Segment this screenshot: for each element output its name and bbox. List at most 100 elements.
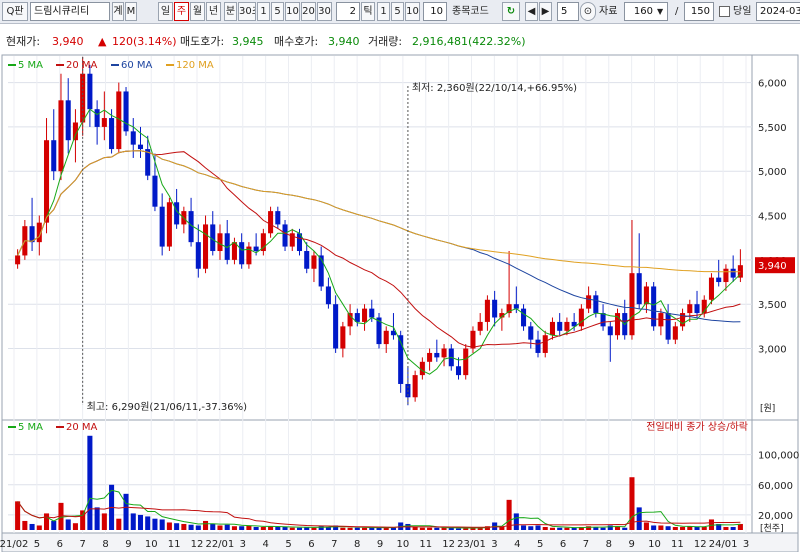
- candle-body[interactable]: [643, 286, 649, 305]
- volume-bar[interactable]: [412, 526, 418, 530]
- candle-body[interactable]: [43, 140, 50, 223]
- candle-body[interactable]: [101, 118, 107, 127]
- volume-bar[interactable]: [296, 527, 303, 530]
- candle-body[interactable]: [672, 326, 678, 340]
- candle-body[interactable]: [723, 268, 729, 283]
- volume-bar[interactable]: [152, 518, 158, 530]
- candle-body[interactable]: [477, 321, 483, 331]
- candle-body[interactable]: [58, 100, 64, 172]
- volume-bar[interactable]: [463, 528, 469, 530]
- candle-body[interactable]: [203, 224, 209, 269]
- candle-body[interactable]: [282, 224, 288, 247]
- volume-bar[interactable]: [181, 523, 187, 530]
- volume-bar[interactable]: [340, 527, 346, 530]
- candle-body[interactable]: [311, 255, 317, 269]
- candle-body[interactable]: [15, 255, 21, 265]
- volume-bar[interactable]: [427, 527, 433, 530]
- candle-body[interactable]: [694, 304, 700, 314]
- candle-body[interactable]: [593, 295, 599, 314]
- volume-bar[interactable]: [499, 526, 505, 530]
- volume-bar[interactable]: [22, 520, 28, 530]
- volume-bar[interactable]: [701, 526, 707, 530]
- volume-bar[interactable]: [275, 526, 281, 530]
- candle-body[interactable]: [557, 321, 563, 331]
- candle-body[interactable]: [412, 375, 418, 398]
- volume-bar[interactable]: [239, 526, 245, 530]
- candle-body[interactable]: [239, 242, 245, 265]
- candle-body[interactable]: [665, 313, 671, 340]
- candle-body[interactable]: [137, 144, 144, 150]
- volume-bar[interactable]: [260, 526, 266, 530]
- volume-bar[interactable]: [723, 526, 729, 530]
- volume-bar[interactable]: [36, 525, 42, 530]
- volume-bar[interactable]: [694, 526, 700, 530]
- volume-bar[interactable]: [289, 527, 295, 530]
- candle-body[interactable]: [586, 295, 592, 309]
- candle-body[interactable]: [51, 140, 57, 172]
- volume-bar[interactable]: [535, 525, 541, 530]
- candle-body[interactable]: [607, 326, 613, 336]
- candle-body[interactable]: [195, 242, 201, 269]
- volume-bar[interactable]: [282, 526, 288, 530]
- volume-bar[interactable]: [557, 527, 563, 530]
- candle-body[interactable]: [159, 206, 165, 247]
- volume-bar[interactable]: [231, 526, 237, 530]
- candle-body[interactable]: [383, 330, 389, 345]
- candle-body[interactable]: [600, 313, 606, 327]
- volume-bar[interactable]: [643, 522, 649, 530]
- volume-bar[interactable]: [137, 514, 144, 530]
- candle-body[interactable]: [109, 118, 115, 150]
- volume-bar[interactable]: [600, 527, 606, 530]
- candle-body[interactable]: [304, 251, 310, 269]
- candle-body[interactable]: [484, 299, 490, 322]
- candle-body[interactable]: [130, 131, 136, 145]
- volume-bar[interactable]: [15, 501, 21, 530]
- candle-body[interactable]: [636, 273, 642, 305]
- candle-body[interactable]: [419, 361, 425, 376]
- candle-body[interactable]: [362, 308, 368, 322]
- candle-body[interactable]: [340, 326, 346, 349]
- volume-bar[interactable]: [528, 526, 534, 530]
- volume-bar[interactable]: [174, 523, 180, 530]
- candle-body[interactable]: [470, 330, 476, 349]
- volume-bar[interactable]: [159, 519, 165, 530]
- candle-body[interactable]: [369, 308, 375, 318]
- candle-body[interactable]: [275, 211, 281, 225]
- volume-bar[interactable]: [542, 526, 548, 530]
- candle-body[interactable]: [513, 304, 519, 309]
- volume-bar[interactable]: [455, 528, 462, 530]
- volume-bar[interactable]: [311, 527, 317, 530]
- volume-bar[interactable]: [29, 523, 35, 530]
- candle-body[interactable]: [441, 348, 447, 358]
- volume-bar[interactable]: [513, 513, 519, 530]
- volume-bar[interactable]: [354, 527, 360, 530]
- volume-bar[interactable]: [195, 525, 201, 530]
- volume-bar[interactable]: [622, 527, 628, 530]
- candle-body[interactable]: [455, 366, 462, 376]
- candle-body[interactable]: [542, 335, 548, 353]
- candle-body[interactable]: [716, 277, 722, 283]
- candle-body[interactable]: [629, 273, 635, 336]
- volume-bar[interactable]: [123, 493, 129, 530]
- volume-bar[interactable]: [203, 520, 209, 530]
- volume-bar[interactable]: [564, 527, 570, 530]
- volume-bar[interactable]: [434, 527, 440, 530]
- candle-body[interactable]: [434, 352, 440, 358]
- volume-bar[interactable]: [665, 526, 671, 530]
- volume-bar[interactable]: [43, 513, 50, 530]
- candle-body[interactable]: [535, 339, 541, 353]
- candle-body[interactable]: [492, 299, 498, 318]
- candle-body[interactable]: [166, 202, 172, 247]
- candle-body[interactable]: [253, 246, 259, 252]
- volume-bar[interactable]: [87, 435, 93, 530]
- volume-bar[interactable]: [672, 526, 678, 530]
- volume-bar[interactable]: [730, 526, 736, 530]
- volume-bar[interactable]: [166, 522, 172, 530]
- volume-bar[interactable]: [72, 523, 78, 530]
- volume-bar[interactable]: [188, 524, 194, 530]
- volume-bar[interactable]: [224, 524, 230, 530]
- candle-body[interactable]: [94, 109, 100, 127]
- candle-body[interactable]: [123, 91, 129, 132]
- volume-bar[interactable]: [94, 507, 100, 530]
- volume-bar[interactable]: [253, 526, 259, 530]
